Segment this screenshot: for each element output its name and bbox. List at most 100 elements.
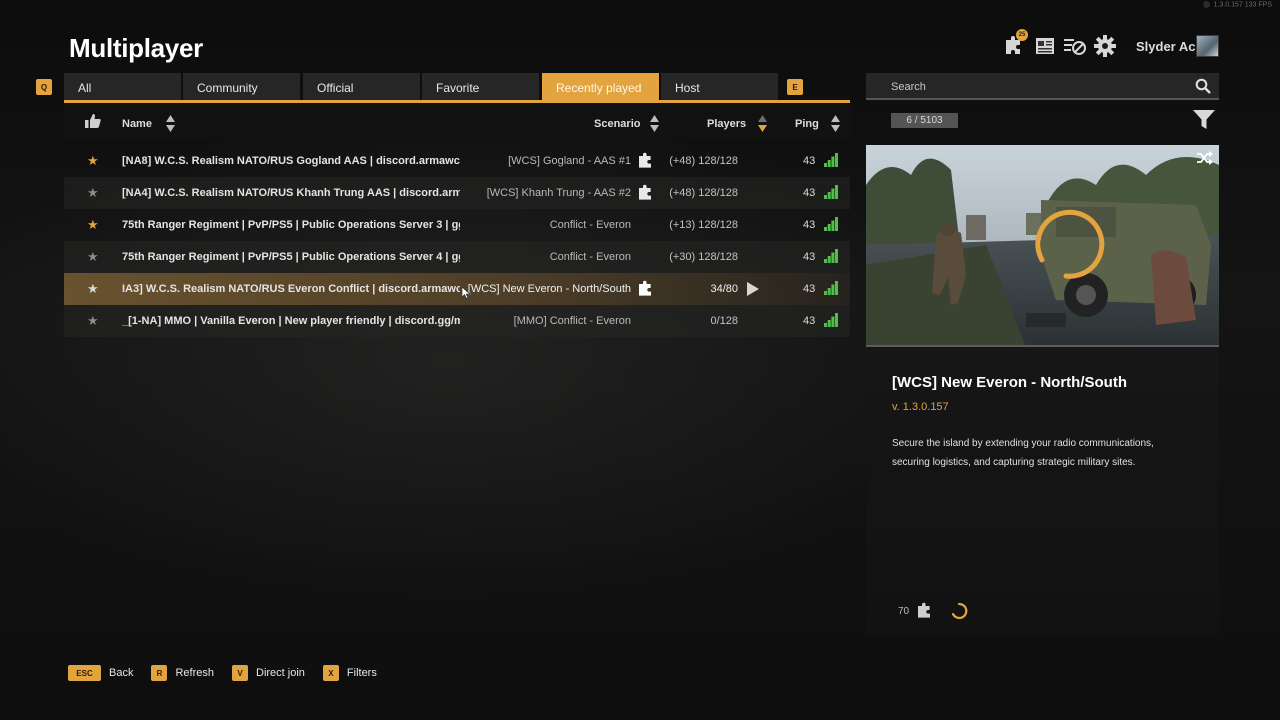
sort-icon: [830, 115, 840, 132]
mod-puzzle-icon: [639, 152, 651, 168]
sort-icon: [650, 115, 660, 132]
server-scenario: Conflict - Everon: [549, 219, 631, 231]
tab-community[interactable]: Community: [183, 73, 300, 100]
news-icon[interactable]: [1030, 33, 1060, 59]
server-row[interactable]: ★ [NA8] W.C.S. Realism NATO/RUS Gogland …: [64, 145, 850, 177]
favorite-star-icon[interactable]: ★: [87, 185, 99, 201]
column-scenario[interactable]: Scenario: [594, 115, 660, 132]
detail-scenario-title: [WCS] New Everon - North/South: [892, 374, 1127, 391]
hint-direct-join-label: Direct join: [256, 667, 305, 679]
prev-tab-key-hint[interactable]: Q: [36, 79, 52, 95]
server-row[interactable]: ★ 75th Ranger Regiment | PvP/PS5 | Publi…: [64, 209, 850, 241]
server-players: (+13) 128/128: [669, 219, 738, 231]
key-r: R: [151, 665, 168, 681]
username[interactable]: Slyder Ace: [1136, 39, 1203, 54]
workshop-icon[interactable]: 25: [1000, 29, 1030, 59]
result-count-badge: 6 / 5103: [891, 113, 958, 128]
column-ping-label: Ping: [795, 117, 819, 130]
shuffle-icon[interactable]: [1197, 151, 1213, 165]
server-row[interactable]: ★ _[1-NA] MMO | Vanilla Everon | New pla…: [64, 305, 850, 337]
server-name: [NA4] W.C.S. Realism NATO/RUS Khanh Trun…: [122, 187, 460, 199]
detail-version: v. 1.3.0.157: [892, 401, 949, 413]
tab-recently-played[interactable]: Recently played: [542, 73, 659, 100]
search-input[interactable]: Search: [866, 73, 1219, 100]
filter-icon[interactable]: [1193, 110, 1215, 130]
server-name: IA3] W.C.S. Realism NATO/RUS Everon Conf…: [122, 283, 460, 295]
server-players: 34/80: [710, 283, 738, 295]
avatar[interactable]: [1196, 35, 1219, 57]
hint-back[interactable]: ESC Back: [68, 665, 133, 681]
server-list-header: Name Scenario Players Ping: [64, 103, 850, 138]
server-list: ★ [NA8] W.C.S. Realism NATO/RUS Gogland …: [64, 145, 850, 337]
server-row[interactable]: ★ [NA4] W.C.S. Realism NATO/RUS Khanh Tr…: [64, 177, 850, 209]
server-scenario: [MMO] Conflict - Everon: [513, 315, 631, 327]
scenario-screenshot: [866, 145, 1219, 345]
tab-official[interactable]: Official: [303, 73, 420, 100]
server-name: [NA8] W.C.S. Realism NATO/RUS Gogland AA…: [122, 155, 460, 167]
signal-strength-icon: [824, 281, 838, 295]
thumbs-up-icon[interactable]: [85, 114, 101, 128]
tab-bar: Q All Community Official Favorite Recent…: [36, 73, 850, 103]
play-join-icon[interactable]: [746, 281, 760, 297]
favorite-star-icon[interactable]: ★: [87, 313, 99, 329]
server-name: 75th Ranger Regiment | PvP/PS5 | Public …: [122, 251, 460, 263]
server-name: 75th Ranger Regiment | PvP/PS5 | Public …: [122, 219, 460, 231]
mod-puzzle-icon[interactable]: [917, 602, 935, 620]
bottom-key-hints: ESC Back R Refresh V Direct join X Filte…: [68, 665, 395, 681]
loading-spinner-icon: [952, 602, 968, 620]
signal-strength-icon: [824, 217, 838, 231]
server-players: (+48) 128/128: [669, 187, 738, 199]
sort-icon: [165, 115, 175, 132]
hint-refresh[interactable]: R Refresh: [151, 665, 214, 681]
server-ping: 43: [803, 219, 816, 231]
server-scenario: [WCS] New Everon - North/South: [467, 283, 631, 295]
server-ping: 43: [803, 155, 816, 167]
settings-gear-icon[interactable]: [1090, 33, 1120, 59]
top-toolbar: 25: [1000, 29, 1120, 59]
key-x: X: [322, 665, 339, 681]
key-esc: ESC: [68, 665, 101, 681]
signal-strength-icon: [824, 313, 838, 327]
server-name: _[1-NA] MMO | Vanilla Everon | New playe…: [122, 315, 460, 327]
hint-refresh-label: Refresh: [175, 667, 214, 679]
column-name[interactable]: Name: [122, 115, 175, 132]
server-row[interactable]: ★ 75th Ranger Regiment | PvP/PS5 | Publi…: [64, 241, 850, 273]
hint-back-label: Back: [109, 667, 134, 679]
favorite-star-icon[interactable]: ★: [87, 281, 99, 297]
server-row-selected[interactable]: ★ IA3] W.C.S. Realism NATO/RUS Everon Co…: [64, 273, 850, 305]
notification-badge: 25: [1016, 29, 1028, 41]
hint-filters-label: Filters: [346, 667, 377, 679]
tab-host[interactable]: Host: [661, 73, 778, 100]
mod-puzzle-icon: [639, 280, 651, 296]
favorite-star-icon[interactable]: ★: [87, 217, 99, 233]
fps-counter: 1.3.0.157 133 FPS: [1202, 1, 1272, 9]
mouse-cursor-icon: [462, 287, 471, 299]
server-detail-panel: [WCS] New Everon - North/South v. 1.3.0.…: [866, 347, 1219, 635]
blocked-list-icon[interactable]: [1060, 33, 1090, 59]
scenario-preview-image: [866, 145, 1219, 347]
sort-desc-icon: [758, 115, 768, 132]
server-scenario: [WCS] Gogland - AAS #1: [508, 155, 631, 167]
hint-direct-join[interactable]: V Direct join: [232, 665, 305, 681]
hint-filters[interactable]: X Filters: [322, 665, 377, 681]
server-scenario: Conflict - Everon: [549, 251, 631, 263]
server-ping: 43: [803, 187, 816, 199]
detail-mods-row: 70: [898, 601, 969, 621]
favorite-star-icon[interactable]: ★: [87, 153, 99, 169]
server-ping: 43: [803, 283, 816, 295]
fps-text: 1.3.0.157 133 FPS: [1213, 1, 1272, 9]
column-ping[interactable]: Ping: [795, 115, 840, 132]
favorite-star-icon[interactable]: ★: [87, 249, 99, 265]
signal-strength-icon: [824, 153, 838, 167]
tab-favorite[interactable]: Favorite: [422, 73, 539, 100]
signal-strength-icon: [824, 185, 838, 199]
page-title: Multiplayer: [69, 33, 203, 63]
search-placeholder: Search: [891, 81, 926, 93]
tab-all[interactable]: All: [64, 73, 181, 100]
next-tab-key-hint[interactable]: E: [787, 79, 803, 95]
search-icon[interactable]: [1195, 78, 1211, 94]
server-scenario: [WCS] Khanh Trung - AAS #2: [486, 187, 631, 199]
mods-count: 70: [898, 605, 910, 617]
column-players[interactable]: Players: [707, 115, 768, 132]
server-players: 0/128: [710, 315, 738, 327]
